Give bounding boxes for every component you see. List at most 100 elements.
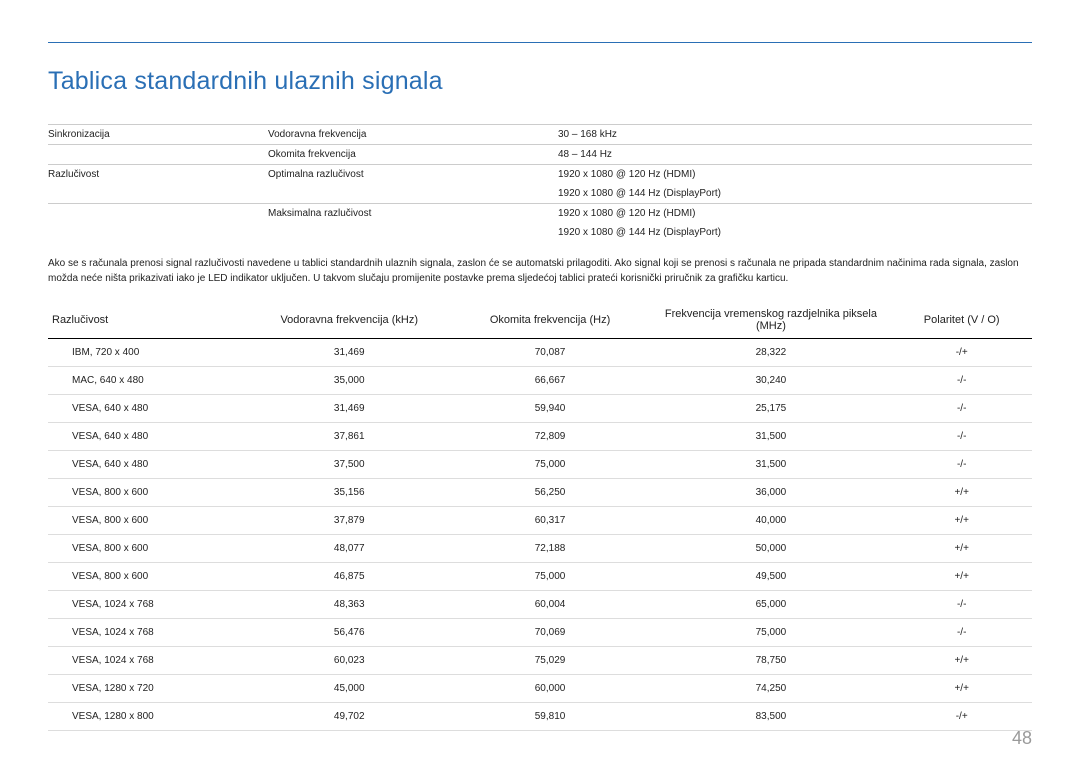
table-cell: 60,004: [450, 591, 651, 619]
table-cell: 30,240: [650, 367, 891, 395]
table-cell: VESA, 1024 x 768: [48, 647, 249, 675]
specs-cell: Sinkronizacija: [48, 125, 268, 145]
table-cell: -/-: [891, 395, 1032, 423]
top-divider: [48, 42, 1032, 43]
table-cell: VESA, 640 x 480: [48, 395, 249, 423]
table-cell: 60,317: [450, 507, 651, 535]
specs-cell: Vodoravna frekvencija: [268, 125, 558, 145]
table-cell: 49,500: [650, 563, 891, 591]
table-cell: VESA, 800 x 600: [48, 507, 249, 535]
table-cell: 48,077: [249, 535, 450, 563]
table-cell: VESA, 800 x 600: [48, 535, 249, 563]
table-cell: 56,476: [249, 619, 450, 647]
specs-cell: [268, 223, 558, 242]
table-cell: VESA, 1024 x 768: [48, 591, 249, 619]
table-cell: VESA, 640 x 480: [48, 451, 249, 479]
table-cell: 75,029: [450, 647, 651, 675]
table-cell: 75,000: [450, 563, 651, 591]
table-cell: -/-: [891, 367, 1032, 395]
table-cell: -/-: [891, 423, 1032, 451]
table-cell: 70,087: [450, 339, 651, 367]
table-cell: +/+: [891, 563, 1032, 591]
table-cell: VESA, 1280 x 800: [48, 703, 249, 731]
table-cell: VESA, 1024 x 768: [48, 619, 249, 647]
table-cell: 31,469: [249, 339, 450, 367]
table-cell: 75,000: [450, 451, 651, 479]
specs-row: RazlučivostOptimalna razlučivost1920 x 1…: [48, 165, 1032, 185]
table-cell: 74,250: [650, 675, 891, 703]
table-cell: 66,667: [450, 367, 651, 395]
specs-cell: [48, 145, 268, 165]
table-cell: 72,809: [450, 423, 651, 451]
table-cell: 37,500: [249, 451, 450, 479]
table-cell: 28,322: [650, 339, 891, 367]
table-cell: VESA, 1280 x 720: [48, 675, 249, 703]
table-cell: 83,500: [650, 703, 891, 731]
specs-cell: 1920 x 1080 @ 120 Hz (HDMI): [558, 204, 1032, 224]
col-polarity: Polaritet (V / O): [891, 302, 1032, 339]
table-cell: 31,500: [650, 423, 891, 451]
col-hfreq: Vodoravna frekvencija (kHz): [249, 302, 450, 339]
page-title: Tablica standardnih ulaznih signala: [48, 67, 1032, 96]
specs-table: SinkronizacijaVodoravna frekvencija30 – …: [48, 124, 1032, 242]
col-resolution: Razlučivost: [48, 302, 249, 339]
table-cell: -/+: [891, 703, 1032, 731]
table-cell: +/+: [891, 535, 1032, 563]
description-text: Ako se s računala prenosi signal razluči…: [48, 256, 1032, 286]
specs-row: Okomita frekvencija48 – 144 Hz: [48, 145, 1032, 165]
table-cell: VESA, 800 x 600: [48, 563, 249, 591]
table-cell: 35,156: [249, 479, 450, 507]
table-cell: 46,875: [249, 563, 450, 591]
table-cell: 59,810: [450, 703, 651, 731]
table-cell: +/+: [891, 675, 1032, 703]
specs-row: 1920 x 1080 @ 144 Hz (DisplayPort): [48, 223, 1032, 242]
specs-row: Maksimalna razlučivost1920 x 1080 @ 120 …: [48, 204, 1032, 224]
specs-cell: [48, 184, 268, 204]
table-row: VESA, 640 x 48037,50075,00031,500-/-: [48, 451, 1032, 479]
table-row: VESA, 1024 x 76860,02375,02978,750+/+: [48, 647, 1032, 675]
table-cell: 35,000: [249, 367, 450, 395]
table-cell: -/-: [891, 591, 1032, 619]
table-cell: +/+: [891, 479, 1032, 507]
specs-cell: [48, 223, 268, 242]
table-row: VESA, 640 x 48031,46959,94025,175-/-: [48, 395, 1032, 423]
specs-cell: 1920 x 1080 @ 144 Hz (DisplayPort): [558, 223, 1032, 242]
table-cell: 65,000: [650, 591, 891, 619]
table-cell: 60,023: [249, 647, 450, 675]
table-cell: +/+: [891, 507, 1032, 535]
table-cell: -/-: [891, 619, 1032, 647]
specs-cell: Optimalna razlučivost: [268, 165, 558, 185]
table-row: VESA, 800 x 60046,87575,00049,500+/+: [48, 563, 1032, 591]
specs-cell: 1920 x 1080 @ 144 Hz (DisplayPort): [558, 184, 1032, 204]
table-cell: -/-: [891, 451, 1032, 479]
table-row: VESA, 1024 x 76848,36360,00465,000-/-: [48, 591, 1032, 619]
table-cell: 70,069: [450, 619, 651, 647]
col-vfreq: Okomita frekvencija (Hz): [450, 302, 651, 339]
specs-cell: Okomita frekvencija: [268, 145, 558, 165]
specs-cell: Razlučivost: [48, 165, 268, 185]
table-cell: +/+: [891, 647, 1032, 675]
table-cell: IBM, 720 x 400: [48, 339, 249, 367]
table-row: VESA, 800 x 60048,07772,18850,000+/+: [48, 535, 1032, 563]
table-cell: 36,000: [650, 479, 891, 507]
specs-row: SinkronizacijaVodoravna frekvencija30 – …: [48, 125, 1032, 145]
specs-cell: 1920 x 1080 @ 120 Hz (HDMI): [558, 165, 1032, 185]
table-cell: -/+: [891, 339, 1032, 367]
table-cell: 59,940: [450, 395, 651, 423]
col-pixelclock: Frekvencija vremenskog razdjelnika pikse…: [650, 302, 891, 339]
table-row: VESA, 1280 x 72045,00060,00074,250+/+: [48, 675, 1032, 703]
table-cell: 31,500: [650, 451, 891, 479]
table-row: VESA, 800 x 60035,15656,25036,000+/+: [48, 479, 1032, 507]
table-row: VESA, 1024 x 76856,47670,06975,000-/-: [48, 619, 1032, 647]
specs-row: 1920 x 1080 @ 144 Hz (DisplayPort): [48, 184, 1032, 204]
table-cell: 31,469: [249, 395, 450, 423]
table-row: MAC, 640 x 48035,00066,66730,240-/-: [48, 367, 1032, 395]
table-cell: 40,000: [650, 507, 891, 535]
table-cell: 49,702: [249, 703, 450, 731]
table-cell: 75,000: [650, 619, 891, 647]
table-cell: 78,750: [650, 647, 891, 675]
table-cell: 50,000: [650, 535, 891, 563]
specs-cell: [48, 204, 268, 224]
table-row: VESA, 1280 x 80049,70259,81083,500-/+: [48, 703, 1032, 731]
specs-cell: 30 – 168 kHz: [558, 125, 1032, 145]
